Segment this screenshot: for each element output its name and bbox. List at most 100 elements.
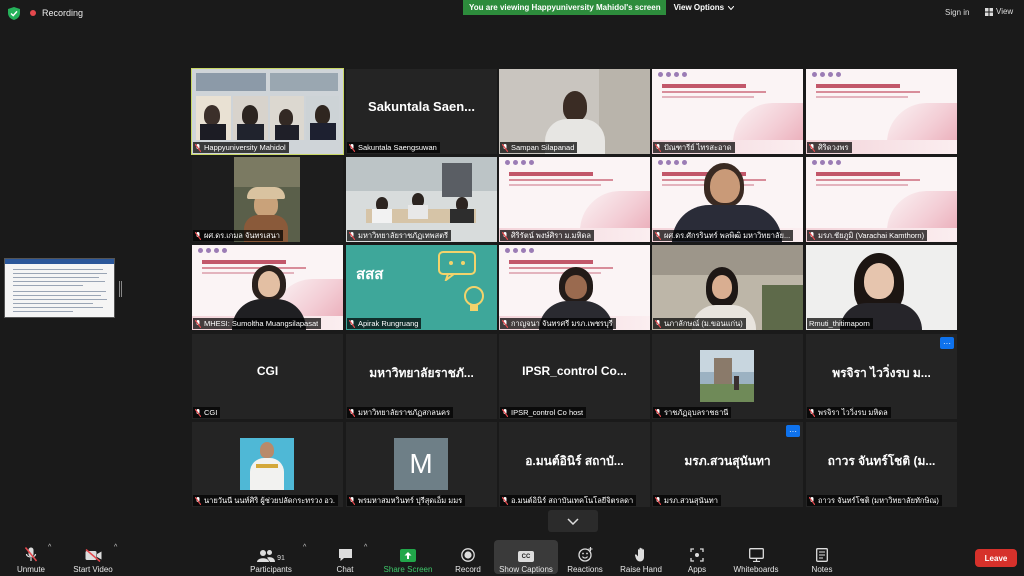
participant-nameplate: ถาวร จันทร์โชติ (มหาวิทยาลัยทักษิณ): [807, 495, 942, 506]
participant-tile[interactable]: Happyuniversity Mahidol: [191, 68, 344, 155]
audio-options-caret[interactable]: ^: [48, 544, 51, 551]
participants-options-caret[interactable]: ^: [303, 544, 306, 551]
share-screen-button[interactable]: Share Screen: [382, 540, 434, 574]
participant-nameplate: ปัณฑารีย์ ไทรสะอาด: [653, 142, 735, 153]
view-options-button[interactable]: View Options: [665, 0, 743, 15]
participant-tile[interactable]: ··· มรภ.สวนสุนันทา มรภ.สวนสุนันทา: [652, 422, 803, 507]
whiteboard-icon: [748, 548, 764, 562]
participant-tile[interactable]: มรภ.ชัยภูมิ (Varachai Kamthorn): [806, 157, 957, 242]
share-screen-icon: [400, 549, 416, 562]
chat-options-caret[interactable]: ^: [364, 544, 367, 551]
participant-nameplate: Sampan Silapanad: [500, 142, 578, 153]
participant-tile[interactable]: ผศ.ดร.เกมล จันทรเสนา: [192, 157, 343, 242]
notes-button[interactable]: Notes: [806, 540, 838, 574]
participant-nameplate: MHESI: Sumoltha Muangsilapasat: [193, 318, 322, 329]
more-options-icon[interactable]: ···: [940, 337, 954, 349]
muted-mic-icon: [349, 143, 355, 152]
participant-tile[interactable]: MHESI: Sumoltha Muangsilapasat: [192, 245, 343, 330]
participant-tile[interactable]: ราชภัฏอุบลราชธานี: [652, 334, 803, 419]
participant-nameplate: ผศ.ดร.ศักรรินทร์ พลพิฒิ มหาวิทยาลัย...: [653, 230, 794, 241]
apps-icon: [690, 548, 704, 562]
participant-tile[interactable]: อ.มนต์อินิร์ สถาบั... อ.มนต์อินิร์ สถาบั…: [499, 422, 650, 507]
show-captions-label: Show Captions: [499, 565, 553, 574]
apps-button[interactable]: Apps: [682, 540, 712, 574]
muted-mic-icon: [655, 496, 661, 505]
shared-screen-thumbnail[interactable]: [4, 258, 115, 318]
participant-name: ศิริดวงพร: [818, 142, 849, 152]
recording-dot-icon: [30, 10, 36, 16]
participant-name: มรภ.สวนสุนันทา: [664, 495, 718, 505]
show-captions-button[interactable]: CC Show Captions: [494, 540, 558, 574]
leave-button[interactable]: Leave: [975, 549, 1017, 567]
participant-avatar-photo: [700, 350, 754, 402]
participant-nameplate: ศิริรัตน์ พงษ์ศิรา ม.มหิดล: [500, 230, 594, 241]
raise-hand-icon: [634, 547, 644, 562]
view-button[interactable]: View: [985, 7, 1013, 16]
participant-name: CGI: [204, 408, 218, 417]
record-button[interactable]: Record: [452, 540, 484, 574]
chevron-down-icon: [728, 5, 735, 10]
unmute-label: Unmute: [16, 565, 45, 574]
participant-name: มรภ.ชัยภูมิ (Varachai Kamthorn): [818, 230, 925, 240]
notes-label: Notes: [811, 565, 833, 574]
muted-mic-icon: [655, 143, 661, 152]
chat-button[interactable]: Chat: [330, 540, 360, 574]
participant-name: ราชภัฏอุบลราชธานี: [664, 407, 729, 417]
participant-tile[interactable]: Sakuntala Saen... Sakuntala Saengsuwan: [346, 69, 497, 154]
participant-tile[interactable]: นภาลักษณ์ (ม.ขอนแก่น): [652, 245, 803, 330]
participant-nameplate: IPSR_control Co host: [500, 407, 587, 418]
participant-nameplate: CGI: [193, 407, 221, 418]
muted-mic-icon: [502, 231, 508, 240]
participant-tile[interactable]: มหาวิทยาลัยราชภั... มหาวิทยาลัยราชภัฏสกล…: [346, 334, 497, 419]
participant-tile[interactable]: ผศ.ดร.ศักรรินทร์ พลพิฒิ มหาวิทยาลัย...: [652, 157, 803, 242]
raise-hand-button[interactable]: Raise Hand: [618, 540, 664, 574]
participant-name: กาญจนา จันทรศรี มรภ.เพชรบุรี: [511, 318, 613, 328]
participant-tile[interactable]: นายวันนี นนท์ศิริ ผู้ช่วยปลัดกระทรวง อว.: [192, 422, 343, 507]
raise-hand-label: Raise Hand: [620, 565, 662, 574]
participant-avatar-photo: [240, 438, 294, 490]
participant-name: IPSR_control Co host: [511, 408, 584, 417]
participant-tile[interactable]: ศิริรัตน์ พงษ์ศิรา ม.มหิดล: [499, 157, 650, 242]
participant-tile[interactable]: Sampan Silapanad: [499, 69, 650, 154]
shield-check-icon[interactable]: [8, 7, 20, 20]
muted-mic-icon: [195, 319, 201, 328]
reactions-button[interactable]: Reactions: [564, 540, 606, 574]
participant-tile[interactable]: ถาวร จันทร์โชติ (ม... ถาวร จันทร์โชติ (ม…: [806, 422, 957, 507]
participant-display-name: IPSR_control Co...: [522, 364, 627, 378]
participant-name: ผศ.ดร.ศักรรินทร์ พลพิฒิ มหาวิทยาลัย...: [664, 230, 791, 240]
video-options-caret[interactable]: ^: [114, 544, 117, 551]
participant-name: ผศ.ดร.เกมล จันทรเสนา: [204, 230, 280, 240]
muted-mic-icon: [195, 408, 201, 417]
participant-nameplate: ผศ.ดร.เกมล จันทรเสนา: [193, 230, 283, 241]
lightbulb-icon: [464, 286, 484, 311]
start-video-button[interactable]: Start Video: [70, 540, 116, 574]
participant-display-name: อ.มนต์อินิร์ สถาบั...: [525, 454, 624, 468]
participant-tile[interactable]: ปัณฑารีย์ ไทรสะอาด: [652, 69, 803, 154]
unmute-button[interactable]: Unmute: [12, 540, 50, 574]
participant-tile[interactable]: CGI CGI: [192, 334, 343, 419]
participant-display-name: มรภ.สวนสุนันทา: [684, 454, 771, 468]
participant-tile[interactable]: Rmuti_thitimaporn: [806, 245, 957, 330]
muted-mic-icon: [502, 143, 508, 152]
participant-nameplate: มหาวิทยาลัยราชภัฏสกลนคร: [347, 407, 454, 418]
participant-tile[interactable]: ··· พรจิรา ไววิ่งรบ ม... พรจิรา ไววิ่งรบ…: [806, 334, 957, 419]
participant-tile[interactable]: กาญจนา จันทรศรี มรภ.เพชรบุรี: [499, 245, 650, 330]
hide-toolbar-button[interactable]: [548, 510, 598, 532]
muted-mic-icon: [349, 496, 355, 505]
participant-tile[interactable]: สสส Apirak Rungruang: [346, 245, 497, 330]
participant-tile[interactable]: ศิริดวงพร: [806, 69, 957, 154]
participant-tile[interactable]: IPSR_control Co... IPSR_control Co host: [499, 334, 650, 419]
panel-resize-handle[interactable]: [119, 281, 122, 297]
recording-indicator[interactable]: Recording: [30, 6, 83, 20]
whiteboards-button[interactable]: Whiteboards: [730, 540, 782, 574]
participants-button[interactable]: 91 Participants: [248, 540, 294, 574]
muted-mic-icon: [502, 319, 508, 328]
participant-display-name: Sakuntala Saen...: [368, 99, 475, 114]
participant-name: Rmuti_thitimaporn: [809, 319, 870, 328]
sign-in-button[interactable]: Sign in: [945, 8, 969, 17]
participant-tile[interactable]: M พรมหาสมหวินทร์ ปุรีสุดเอ็ม มมร: [346, 422, 497, 507]
more-options-icon[interactable]: ···: [786, 425, 800, 437]
muted-mic-icon: [655, 319, 661, 328]
apps-label: Apps: [687, 565, 707, 574]
participant-tile[interactable]: มหาวิทยาลัยราชภัฏเทพสตรี: [346, 157, 497, 242]
